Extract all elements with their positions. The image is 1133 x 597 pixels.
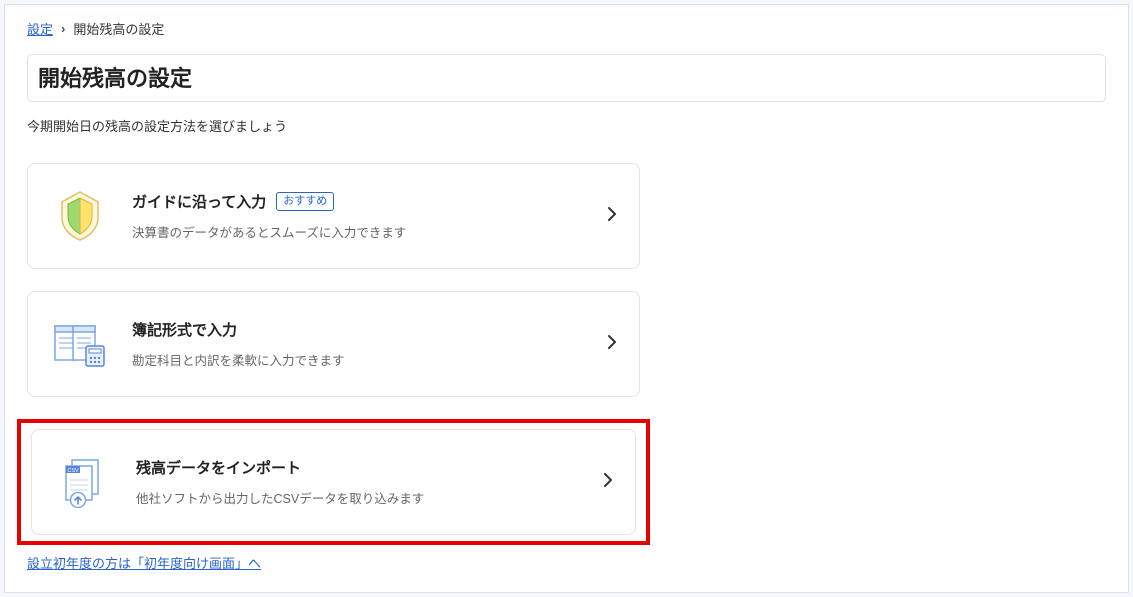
import-file-icon: CSV [54,452,114,512]
page-subtitle: 今期開始日の残高の設定方法を選びましょう [27,116,1106,135]
chevron-right-icon: › [61,21,65,36]
ledger-icon [50,314,110,374]
card-description: 決算書のデータがあるとスムーズに入力できます [132,222,585,241]
leaf-badge-icon [50,186,110,246]
card-description: 他社ソフトから出力したCSVデータを取り込みます [136,488,581,507]
chevron-right-icon [607,334,617,355]
breadcrumb: 設定 › 開始残高の設定 [27,19,1106,38]
card-description: 勘定科目と内訳を柔軟に入力できます [132,350,585,369]
chevron-right-icon [603,472,613,493]
card-import-data[interactable]: CSV 残高データをインポート 他社ソフトから出力したCSVデータを取り込みます [31,429,636,535]
card-title: ガイドに沿って入力 [132,191,266,212]
card-bookkeeping-input[interactable]: 簿記形式で入力 勘定科目と内訳を柔軟に入力できます [27,291,640,397]
svg-text:CSV: CSV [67,468,79,474]
breadcrumb-root-link[interactable]: 設定 [27,19,53,38]
card-guided-input[interactable]: ガイドに沿って入力 おすすめ 決算書のデータがあるとスムーズに入力できます [27,163,640,269]
page-title: 開始残高の設定 [38,61,1095,93]
chevron-right-icon [607,206,617,227]
highlight-frame: CSV 残高データをインポート 他社ソフトから出力したCSVデータを取り込みます [17,419,650,545]
page-title-container: 開始残高の設定 [27,54,1106,102]
option-cards: ガイドに沿って入力 おすすめ 決算書のデータがあるとスムーズに入力できます [27,163,640,545]
breadcrumb-current: 開始残高の設定 [73,19,164,38]
card-title: 簿記形式で入力 [132,319,237,340]
card-title: 残高データをインポート [136,457,301,478]
recommended-badge: おすすめ [276,192,334,211]
first-year-link[interactable]: 設立初年度の方は「初年度向け画面」へ [27,556,261,571]
